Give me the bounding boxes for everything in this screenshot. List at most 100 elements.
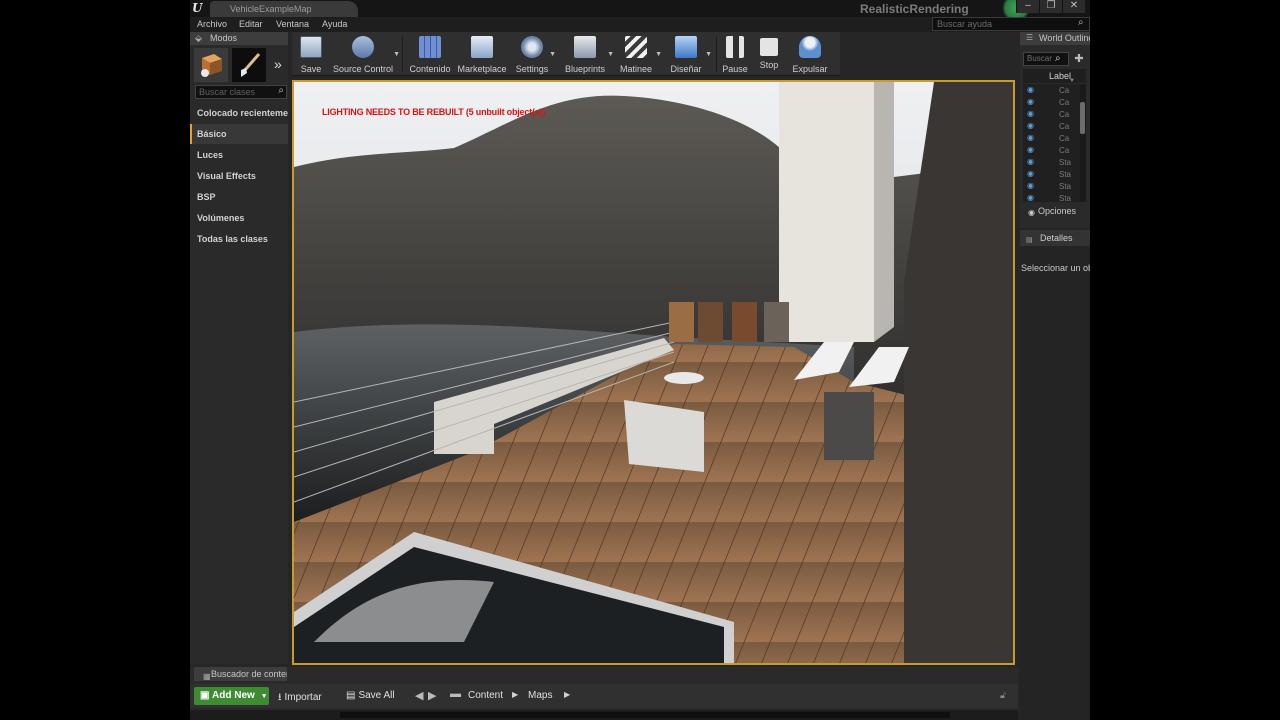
level-viewport[interactable]: LIGHTING NEEDS TO BE REBUILT (5 unbuilt … xyxy=(292,80,1015,665)
content-button[interactable]: Contenido xyxy=(408,34,452,74)
breadcrumb-separator-icon[interactable]: ▶ xyxy=(512,690,518,699)
modes-tab[interactable]: ⬙ Modos xyxy=(190,32,288,45)
outliner-row[interactable]: ◉ Sta xyxy=(1023,157,1080,169)
outliner-column-header[interactable]: Label xyxy=(1023,69,1086,83)
class-search-input[interactable]: Buscar clases ⌕ xyxy=(195,85,287,99)
import-icon: ⭳ xyxy=(278,692,282,703)
outliner-row[interactable]: ◉ Ca xyxy=(1023,121,1080,133)
chevron-down-icon[interactable]: ▼ xyxy=(705,51,712,58)
category-visual-effects[interactable]: Visual Effects xyxy=(190,166,288,186)
world-outliner-panel: ☰ World Outliner Buscar ⌕ ✚ Label ▼ ◉Ca … xyxy=(1020,32,1090,228)
more-modes-icon[interactable]: » xyxy=(274,56,282,72)
outliner-row[interactable]: ◉ Ca xyxy=(1023,145,1080,157)
outliner-search-input[interactable]: Buscar xyxy=(1023,52,1069,66)
menu-ayuda[interactable]: Ayuda xyxy=(322,19,347,29)
chevron-down-icon[interactable]: ▼ xyxy=(655,51,662,58)
breadcrumb-separator-icon[interactable]: ▶ xyxy=(564,690,570,699)
outliner-row[interactable]: ◉ Ca xyxy=(1023,97,1080,109)
outliner-row[interactable]: ◉ Ca xyxy=(1023,109,1080,121)
search-icon[interactable]: ⌕ xyxy=(1055,53,1061,64)
content-browser-tab[interactable]: ▦ Buscador de contenido xyxy=(194,667,287,681)
menu-editar[interactable]: Editar xyxy=(239,19,263,29)
breadcrumb-maps[interactable]: Maps xyxy=(528,690,552,701)
pause-icon xyxy=(726,36,744,58)
category-basic[interactable]: Básico xyxy=(190,124,288,144)
chevron-down-icon[interactable]: ▼ xyxy=(549,51,556,58)
save-button[interactable]: Save xyxy=(296,34,326,74)
pause-button[interactable]: Pause xyxy=(720,34,750,74)
lock-icon[interactable]: 🔓︎ xyxy=(1000,690,1006,701)
matinee-icon xyxy=(625,36,647,58)
visibility-eye-icon[interactable]: ◉ xyxy=(1027,181,1035,190)
mode-selector: » xyxy=(194,48,288,82)
menu-archivo[interactable]: Archivo xyxy=(197,19,227,29)
blueprints-button[interactable]: Blueprints ▼ xyxy=(562,34,614,74)
menu-bar: Archivo Editar Ventana Ayuda Buscar ayud… xyxy=(190,17,1090,32)
back-arrow-icon[interactable]: ◀ xyxy=(415,689,423,702)
help-search-input[interactable]: Buscar ayuda xyxy=(932,17,1090,31)
visibility-eye-icon[interactable]: ◉ xyxy=(1027,169,1035,178)
content-browser-search-bar[interactable] xyxy=(340,712,950,718)
menu-ventana[interactable]: Ventana xyxy=(276,19,309,29)
build-button[interactable]: Diseñar ▼ xyxy=(666,34,712,74)
save-all-button[interactable]: ▤ Save All xyxy=(346,690,395,701)
stop-button[interactable]: Stop xyxy=(756,34,782,74)
outliner-row[interactable]: ◉ Ca xyxy=(1023,85,1080,97)
view-options-eye-icon[interactable]: ◉ xyxy=(1028,208,1038,217)
visibility-eye-icon[interactable]: ◉ xyxy=(1027,85,1035,94)
category-bsp[interactable]: BSP xyxy=(190,187,288,207)
source-control-button[interactable]: Source Control ▼ xyxy=(332,34,400,74)
outliner-options-button[interactable]: Opciones xyxy=(1038,206,1076,216)
content-icon xyxy=(419,36,441,58)
close-button[interactable]: ✕ xyxy=(1062,0,1085,13)
label-column: Label xyxy=(1049,71,1072,81)
chevron-down-icon[interactable]: ▼ xyxy=(607,51,614,58)
outliner-row[interactable]: ◉ Sta xyxy=(1023,193,1080,202)
visibility-eye-icon[interactable]: ◉ xyxy=(1027,121,1035,130)
save-icon xyxy=(300,36,322,58)
place-mode-button[interactable] xyxy=(194,48,228,82)
floor-rug xyxy=(664,372,704,384)
eject-button[interactable]: Expulsar xyxy=(790,34,830,74)
outliner-row[interactable]: ◉ Ca xyxy=(1023,133,1080,145)
minimize-button[interactable]: – xyxy=(1016,0,1039,13)
visibility-eye-icon[interactable]: ◉ xyxy=(1027,97,1035,106)
level-tab[interactable]: VehicleExampleMap xyxy=(210,1,358,17)
add-icon[interactable]: ✚ xyxy=(1072,52,1086,66)
eject-icon xyxy=(799,36,821,58)
search-icon[interactable]: ⌕ xyxy=(278,85,284,96)
paint-mode-button[interactable] xyxy=(232,48,266,82)
category-recent[interactable]: Colocado recientemente xyxy=(190,103,288,123)
visibility-eye-icon[interactable]: ◉ xyxy=(1027,193,1035,202)
place-mode-icon xyxy=(201,54,222,77)
visibility-eye-icon[interactable]: ◉ xyxy=(1027,109,1035,118)
breadcrumb-content[interactable]: Content xyxy=(468,690,503,701)
outliner-row[interactable]: ◉ Sta xyxy=(1023,181,1080,193)
unreal-editor-window: U VehicleExampleMap RealisticRendering –… xyxy=(190,0,1090,720)
category-all-classes[interactable]: Todas las clases xyxy=(190,229,288,249)
matinee-button[interactable]: Matinee ▼ xyxy=(616,34,662,74)
marketplace-button[interactable]: Marketplace xyxy=(456,34,508,74)
outliner-scroll-thumb[interactable] xyxy=(1080,102,1085,134)
visibility-eye-icon[interactable]: ◉ xyxy=(1027,133,1035,142)
marketplace-icon xyxy=(471,36,493,58)
content-browser-panel: ▦ Buscador de contenido ▣ Add New ▼ ⭳Imp… xyxy=(190,667,1018,720)
visibility-eye-icon[interactable]: ◉ xyxy=(1027,145,1035,154)
search-icon[interactable]: ⌕ xyxy=(1078,17,1088,28)
details-empty-hint: Seleccionar un objeto xyxy=(1021,263,1090,273)
world-outliner-tab[interactable]: ☰ World Outliner xyxy=(1020,32,1090,45)
category-lights[interactable]: Luces xyxy=(190,145,288,165)
category-volumes[interactable]: Volúmenes xyxy=(190,208,288,228)
visibility-eye-icon[interactable]: ◉ xyxy=(1027,157,1035,166)
chevron-down-icon[interactable]: ▼ xyxy=(393,51,400,58)
settings-button[interactable]: Settings ▼ xyxy=(514,34,556,74)
folder-icon[interactable]: ▬ xyxy=(450,688,461,700)
forward-arrow-icon[interactable]: ▶ xyxy=(428,689,436,702)
class-search-placeholder: Buscar clases xyxy=(199,87,256,97)
details-tab[interactable]: ▤ Detalles xyxy=(1020,230,1090,246)
outliner-row[interactable]: ◉ Sta xyxy=(1023,169,1080,181)
import-button[interactable]: ⭳ Importar xyxy=(278,690,322,707)
maximize-button[interactable]: ❐ xyxy=(1039,0,1062,13)
add-new-button[interactable]: ▣ Add New ▼ xyxy=(194,687,269,705)
level-editor-toolbar: Save Source Control ▼ Contenido Marketpl… xyxy=(292,32,840,76)
